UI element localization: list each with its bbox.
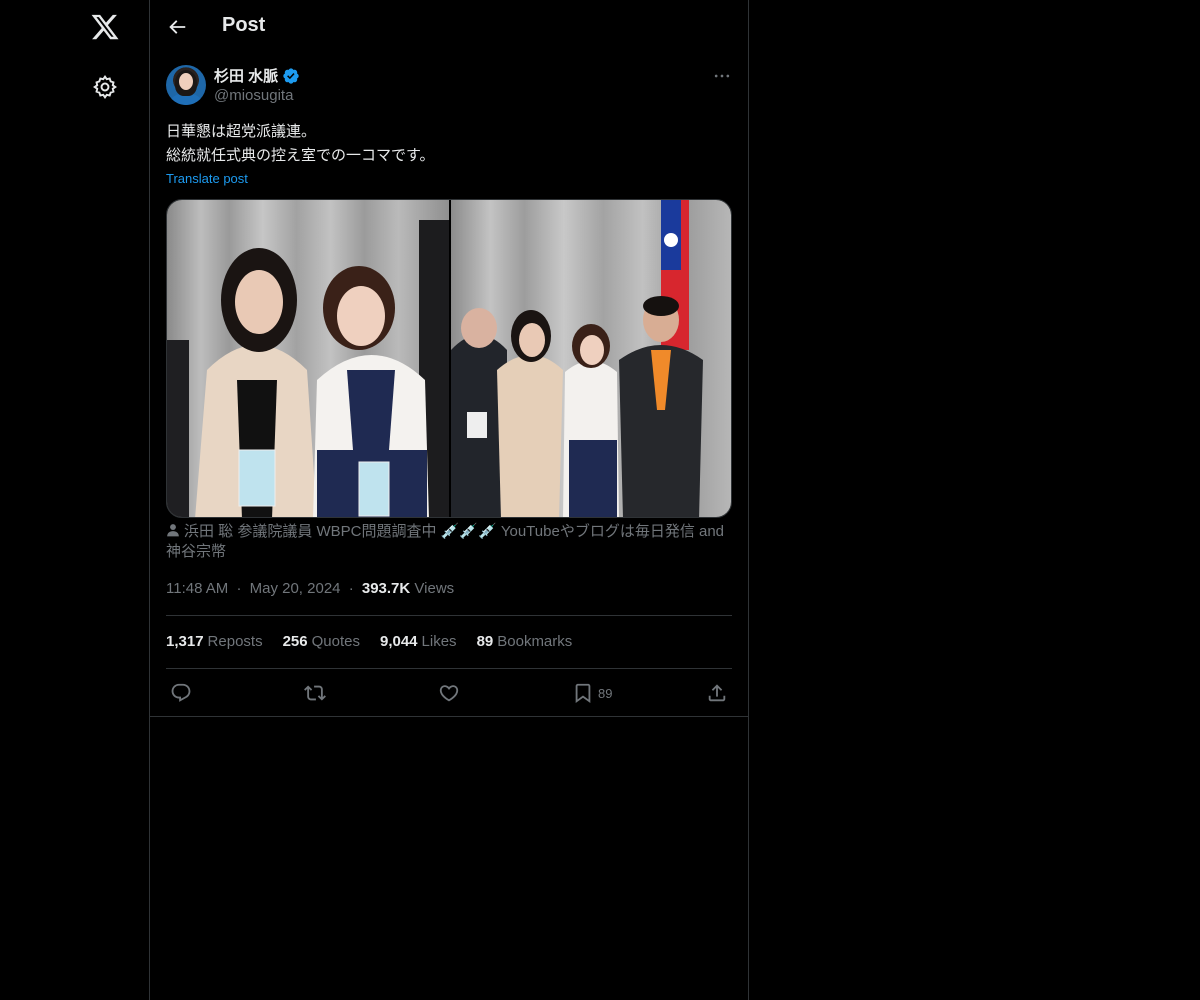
post-time[interactable]: 11:48 AM [166,580,228,597]
quotes-label: Quotes [311,633,360,650]
post-author: 杉田 水脈 @miosugita [166,64,732,108]
back-arrow-icon[interactable] [166,16,188,38]
action-bar: 89 [166,680,732,706]
author-name[interactable]: 杉田 水脈 [214,65,278,86]
post-text: 日華懇は超党派議連。 総統就任式典の控え室での一コマです。 [166,120,732,168]
main-column: Post 杉田 水脈 @miosugita 日華懇は超党派議連。 総統就任式典の… [149,0,749,1000]
repost-icon[interactable] [304,682,326,704]
views-count: 393.7K [361,580,411,597]
settings-gear-icon[interactable] [92,74,118,100]
tagged-people[interactable]: 浜田 聡 参議院議員 WBPC問題調査中 💉💉💉 YouTubeやブログは毎日発… [166,522,736,562]
tagged-people-text[interactable]: 浜田 聡 参議院議員 WBPC問題調査中 💉💉💉 YouTubeやブログは毎日発… [166,523,724,560]
avatar[interactable] [166,65,206,105]
post-media[interactable] [166,199,732,518]
divider [166,668,732,669]
divider [166,615,732,616]
verified-badge-icon [283,67,299,84]
quotes-count: 256 [282,633,308,650]
page-title: Post [222,14,266,36]
share-icon[interactable] [706,682,728,704]
left-nav [0,0,149,1000]
engagement-stats: 1,317 Reposts 256 Quotes 9,044 Likes 89 Book… [166,633,572,650]
author-name-row[interactable]: 杉田 水脈 [214,65,300,86]
post-metadata: 11:48 AM · May 20, 2024 · 393.7K Views [166,580,454,597]
meta-separator: · [236,580,242,597]
reply-icon[interactable] [170,682,192,704]
post-photo-1[interactable] [167,200,449,517]
divider [150,716,748,717]
views-label: Views [414,580,455,597]
translate-post-link[interactable]: Translate post [166,171,248,186]
reposts-stat[interactable]: 1,317 Reposts [166,633,263,650]
bookmarks-label: Bookmarks [497,633,573,650]
bookmark-icon[interactable] [572,682,594,704]
likes-count: 9,044 [379,633,418,650]
meta-separator: · [348,580,354,597]
post-text-line: 日華懇は超党派議連。 [166,123,317,140]
post-text-line: 総統就任式典の控え室での一コマです。 [166,147,435,164]
top-bar: Post [150,0,748,53]
person-icon [167,524,179,537]
bookmark-count: 89 [598,686,613,701]
bookmarks-stat[interactable]: 89 Bookmarks [477,633,573,650]
like-icon[interactable] [438,682,460,704]
x-logo-icon[interactable] [90,12,120,42]
reposts-label: Reposts [207,633,263,650]
post-date[interactable]: May 20, 2024 [250,580,341,597]
post-photo-2[interactable] [451,200,731,517]
more-options-icon[interactable] [712,66,732,86]
bookmarks-count: 89 [476,633,494,650]
author-handle[interactable]: @miosugita [214,87,293,104]
quotes-stat[interactable]: 256 Quotes [283,633,360,650]
reposts-count: 1,317 [166,633,204,650]
likes-stat[interactable]: 9,044 Likes [380,633,457,650]
likes-label: Likes [421,633,457,650]
